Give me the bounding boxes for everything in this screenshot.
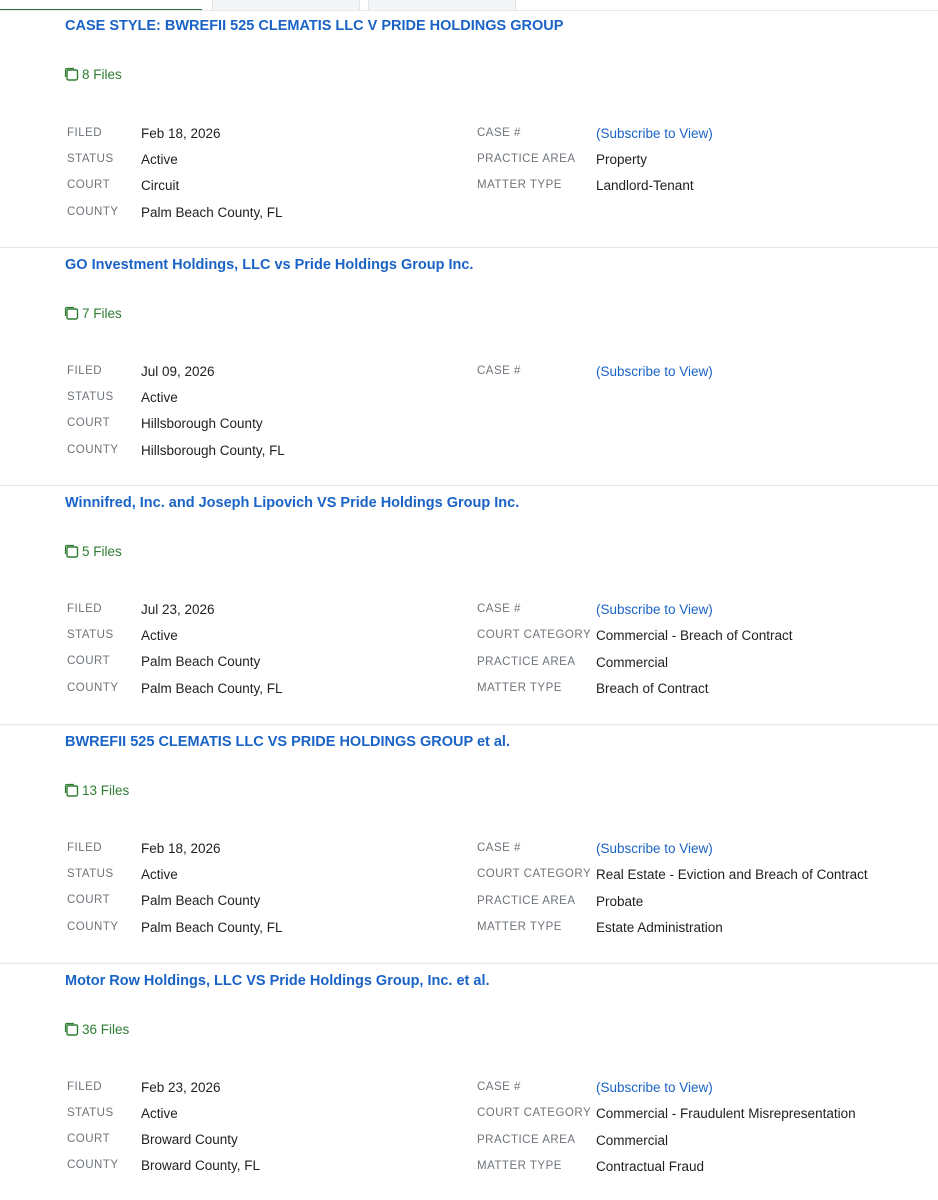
practice-area-value: Probate — [596, 893, 644, 909]
files-link[interactable]: 36 Files — [64, 1022, 129, 1037]
files-count: 36 Files — [82, 1022, 130, 1037]
county-label: COUNTY — [67, 1159, 119, 1171]
case-number-label: CASE # — [477, 365, 521, 377]
practice-area-label: PRACTICE AREA — [477, 153, 576, 165]
case-title-link[interactable]: CASE STYLE: BWREFII 525 CLEMATIS LLC V P… — [65, 18, 563, 34]
practice-area-value: Commercial — [596, 1132, 669, 1148]
case-card: Motor Row Holdings, LLC VS Pride Holding… — [0, 973, 938, 1200]
court-label: COURT — [67, 179, 111, 191]
status-value: Active — [141, 151, 178, 167]
files-icon — [64, 1022, 79, 1036]
files-count: 7 Files — [82, 306, 122, 321]
case-number-label: CASE # — [477, 842, 521, 854]
files-icon — [64, 544, 79, 558]
status-label: STATUS — [67, 868, 114, 880]
files-link[interactable]: 7 Files — [64, 306, 122, 321]
court-category-value: Real Estate - Eviction and Breach of Con… — [596, 866, 868, 882]
tab-divider — [0, 10, 938, 11]
court-label: COURT — [67, 655, 111, 667]
subscribe-link[interactable]: (Subscribe to View) — [596, 364, 713, 379]
filed-label: FILED — [67, 603, 103, 615]
filed-value: Feb 23, 2026 — [141, 1079, 221, 1095]
filed-value: Feb 18, 2026 — [141, 840, 221, 856]
files-count: 5 Files — [82, 544, 122, 559]
county-label: COUNTY — [67, 921, 119, 933]
files-link[interactable]: 13 Files — [64, 783, 129, 798]
case-card: BWREFII 525 CLEMATIS LLC VS PRIDE HOLDIN… — [0, 734, 938, 964]
court-category-label: COURT CATEGORY — [477, 629, 592, 641]
court-label: COURT — [67, 1133, 111, 1145]
practice-area-label: PRACTICE AREA — [477, 656, 576, 668]
filed-label: FILED — [67, 365, 103, 377]
status-value: Active — [141, 389, 178, 405]
files-link[interactable]: 5 Files — [64, 544, 122, 559]
status-value: Active — [141, 627, 178, 643]
case-title-link[interactable]: GO Investment Holdings, LLC vs Pride Hol… — [65, 257, 473, 273]
court-label: COURT — [67, 417, 111, 429]
case-card: Winnifred, Inc. and Joseph Lipovich VS P… — [0, 495, 938, 725]
county-value: Palm Beach County, FL — [141, 680, 283, 696]
subscribe-link[interactable]: (Subscribe to View) — [596, 126, 713, 141]
matter-type-label: MATTER TYPE — [477, 179, 562, 191]
court-value: Broward County — [141, 1131, 238, 1147]
subscribe-link[interactable]: (Subscribe to View) — [596, 1080, 713, 1095]
files-count: 13 Files — [82, 783, 130, 798]
status-value: Active — [141, 866, 178, 882]
matter-type-label: MATTER TYPE — [477, 682, 562, 694]
case-number-label: CASE # — [477, 603, 521, 615]
case-number-label: CASE # — [477, 1081, 521, 1093]
status-label: STATUS — [67, 629, 114, 641]
status-label: STATUS — [67, 391, 114, 403]
practice-area-label: PRACTICE AREA — [477, 895, 576, 907]
county-label: COUNTY — [67, 444, 119, 456]
matter-type-value: Landlord-Tenant — [596, 177, 694, 193]
practice-area-value: Commercial — [596, 654, 669, 670]
filed-label: FILED — [67, 842, 103, 854]
matter-type-value: Estate Administration — [596, 919, 723, 935]
court-label: COURT — [67, 894, 111, 906]
matter-type-label: MATTER TYPE — [477, 921, 562, 933]
status-label: STATUS — [67, 1107, 114, 1119]
court-value: Hillsborough County — [141, 415, 263, 431]
county-label: COUNTY — [67, 206, 119, 218]
files-count: 8 Files — [82, 67, 122, 82]
subscribe-link[interactable]: (Subscribe to View) — [596, 602, 713, 617]
court-value: Palm Beach County — [141, 892, 261, 908]
case-card: CASE STYLE: BWREFII 525 CLEMATIS LLC V P… — [0, 18, 938, 248]
county-label: COUNTY — [67, 682, 119, 694]
county-value: Palm Beach County, FL — [141, 919, 283, 935]
practice-area-label: PRACTICE AREA — [477, 1134, 576, 1146]
court-category-value: Commercial - Fraudulent Misrepresentatio… — [596, 1105, 856, 1121]
status-value: Active — [141, 1105, 178, 1121]
matter-type-value: Contractual Fraud — [596, 1158, 705, 1174]
subscribe-link[interactable]: (Subscribe to View) — [596, 841, 713, 856]
matter-type-label: MATTER TYPE — [477, 1160, 562, 1172]
county-value: Broward County, FL — [141, 1157, 261, 1173]
filed-label: FILED — [67, 1081, 103, 1093]
matter-type-value: Breach of Contract — [596, 680, 709, 696]
case-title-link[interactable]: Winnifred, Inc. and Joseph Lipovich VS P… — [65, 495, 519, 511]
case-title-link[interactable]: Motor Row Holdings, LLC VS Pride Holding… — [65, 973, 490, 989]
case-card: GO Investment Holdings, LLC vs Pride Hol… — [0, 257, 938, 486]
filed-value: Jul 09, 2026 — [141, 363, 215, 379]
tab-bar — [0, 0, 938, 11]
files-icon — [64, 306, 79, 320]
status-label: STATUS — [67, 153, 114, 165]
case-number-label: CASE # — [477, 127, 521, 139]
court-value: Palm Beach County — [141, 653, 261, 669]
county-value: Hillsborough County, FL — [141, 442, 285, 458]
filed-label: FILED — [67, 127, 103, 139]
practice-area-value: Property — [596, 151, 648, 167]
files-icon — [64, 67, 79, 81]
case-title-link[interactable]: BWREFII 525 CLEMATIS LLC VS PRIDE HOLDIN… — [65, 734, 510, 750]
county-value: Palm Beach County, FL — [141, 204, 283, 220]
court-value: Circuit — [141, 177, 180, 193]
court-category-label: COURT CATEGORY — [477, 868, 592, 880]
files-link[interactable]: 8 Files — [64, 67, 122, 82]
filed-value: Feb 18, 2026 — [141, 125, 221, 141]
filed-value: Jul 23, 2026 — [141, 601, 215, 617]
court-category-value: Commercial - Breach of Contract — [596, 627, 793, 643]
files-icon — [64, 783, 79, 797]
court-category-label: COURT CATEGORY — [477, 1107, 592, 1119]
